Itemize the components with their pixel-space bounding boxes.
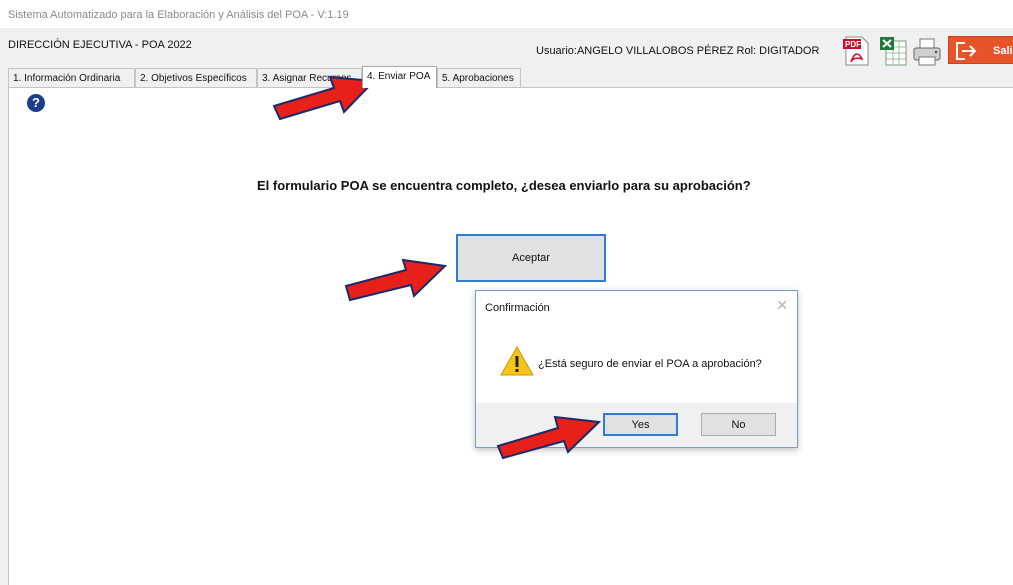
window-title: Sistema Automatizado para la Elaboración… <box>8 9 349 21</box>
tab-enviar-poa[interactable]: 4. Enviar POA <box>362 66 437 88</box>
user-info: Usuario:ANGELO VILLALOBOS PÉREZ Rol: DIG… <box>536 45 820 57</box>
exit-label: Sali <box>993 45 1013 57</box>
arrow-to-yes-annotation <box>496 415 602 460</box>
warning-icon <box>499 344 535 378</box>
exit-icon <box>956 42 977 60</box>
tab-objetivos-especificos[interactable]: 2. Objetivos Específicos <box>135 68 257 87</box>
enviar-poa-panel: ? El formulario POA se encuentra complet… <box>8 87 1013 585</box>
excel-export-icon[interactable] <box>878 35 908 67</box>
dialog-message: ¿Está seguro de enviar el POA a aprobaci… <box>538 358 762 370</box>
app-frame: DIRECCIÓN EJECUTIVA - POA 2022 Usuario:A… <box>0 28 1013 585</box>
tab-bar: 1. Información Ordinaria 2. Objetivos Es… <box>8 66 1008 88</box>
printer-icon[interactable] <box>912 35 942 67</box>
confirmation-question: El formulario POA se encuentra completo,… <box>257 178 751 193</box>
arrow-to-accept-annotation <box>344 258 448 302</box>
tab-informacion-ordinaria[interactable]: 1. Información Ordinaria <box>8 68 135 87</box>
no-button[interactable]: No <box>701 413 776 436</box>
tab-aprobaciones[interactable]: 5. Aprobaciones <box>437 68 521 87</box>
pdf-export-icon[interactable]: PDF <box>842 35 872 67</box>
dialog-title: Confirmación <box>485 302 550 314</box>
close-icon[interactable]: ✕ <box>776 297 788 314</box>
help-icon[interactable]: ? <box>27 94 45 112</box>
accept-label: Aceptar <box>512 252 550 264</box>
accept-button[interactable]: Aceptar <box>456 234 606 282</box>
exit-button[interactable]: Sali <box>948 36 1013 64</box>
pdf-label: PDF <box>845 40 861 49</box>
yes-button[interactable]: Yes <box>603 413 678 436</box>
section-title: DIRECCIÓN EJECUTIVA - POA 2022 <box>8 39 192 51</box>
